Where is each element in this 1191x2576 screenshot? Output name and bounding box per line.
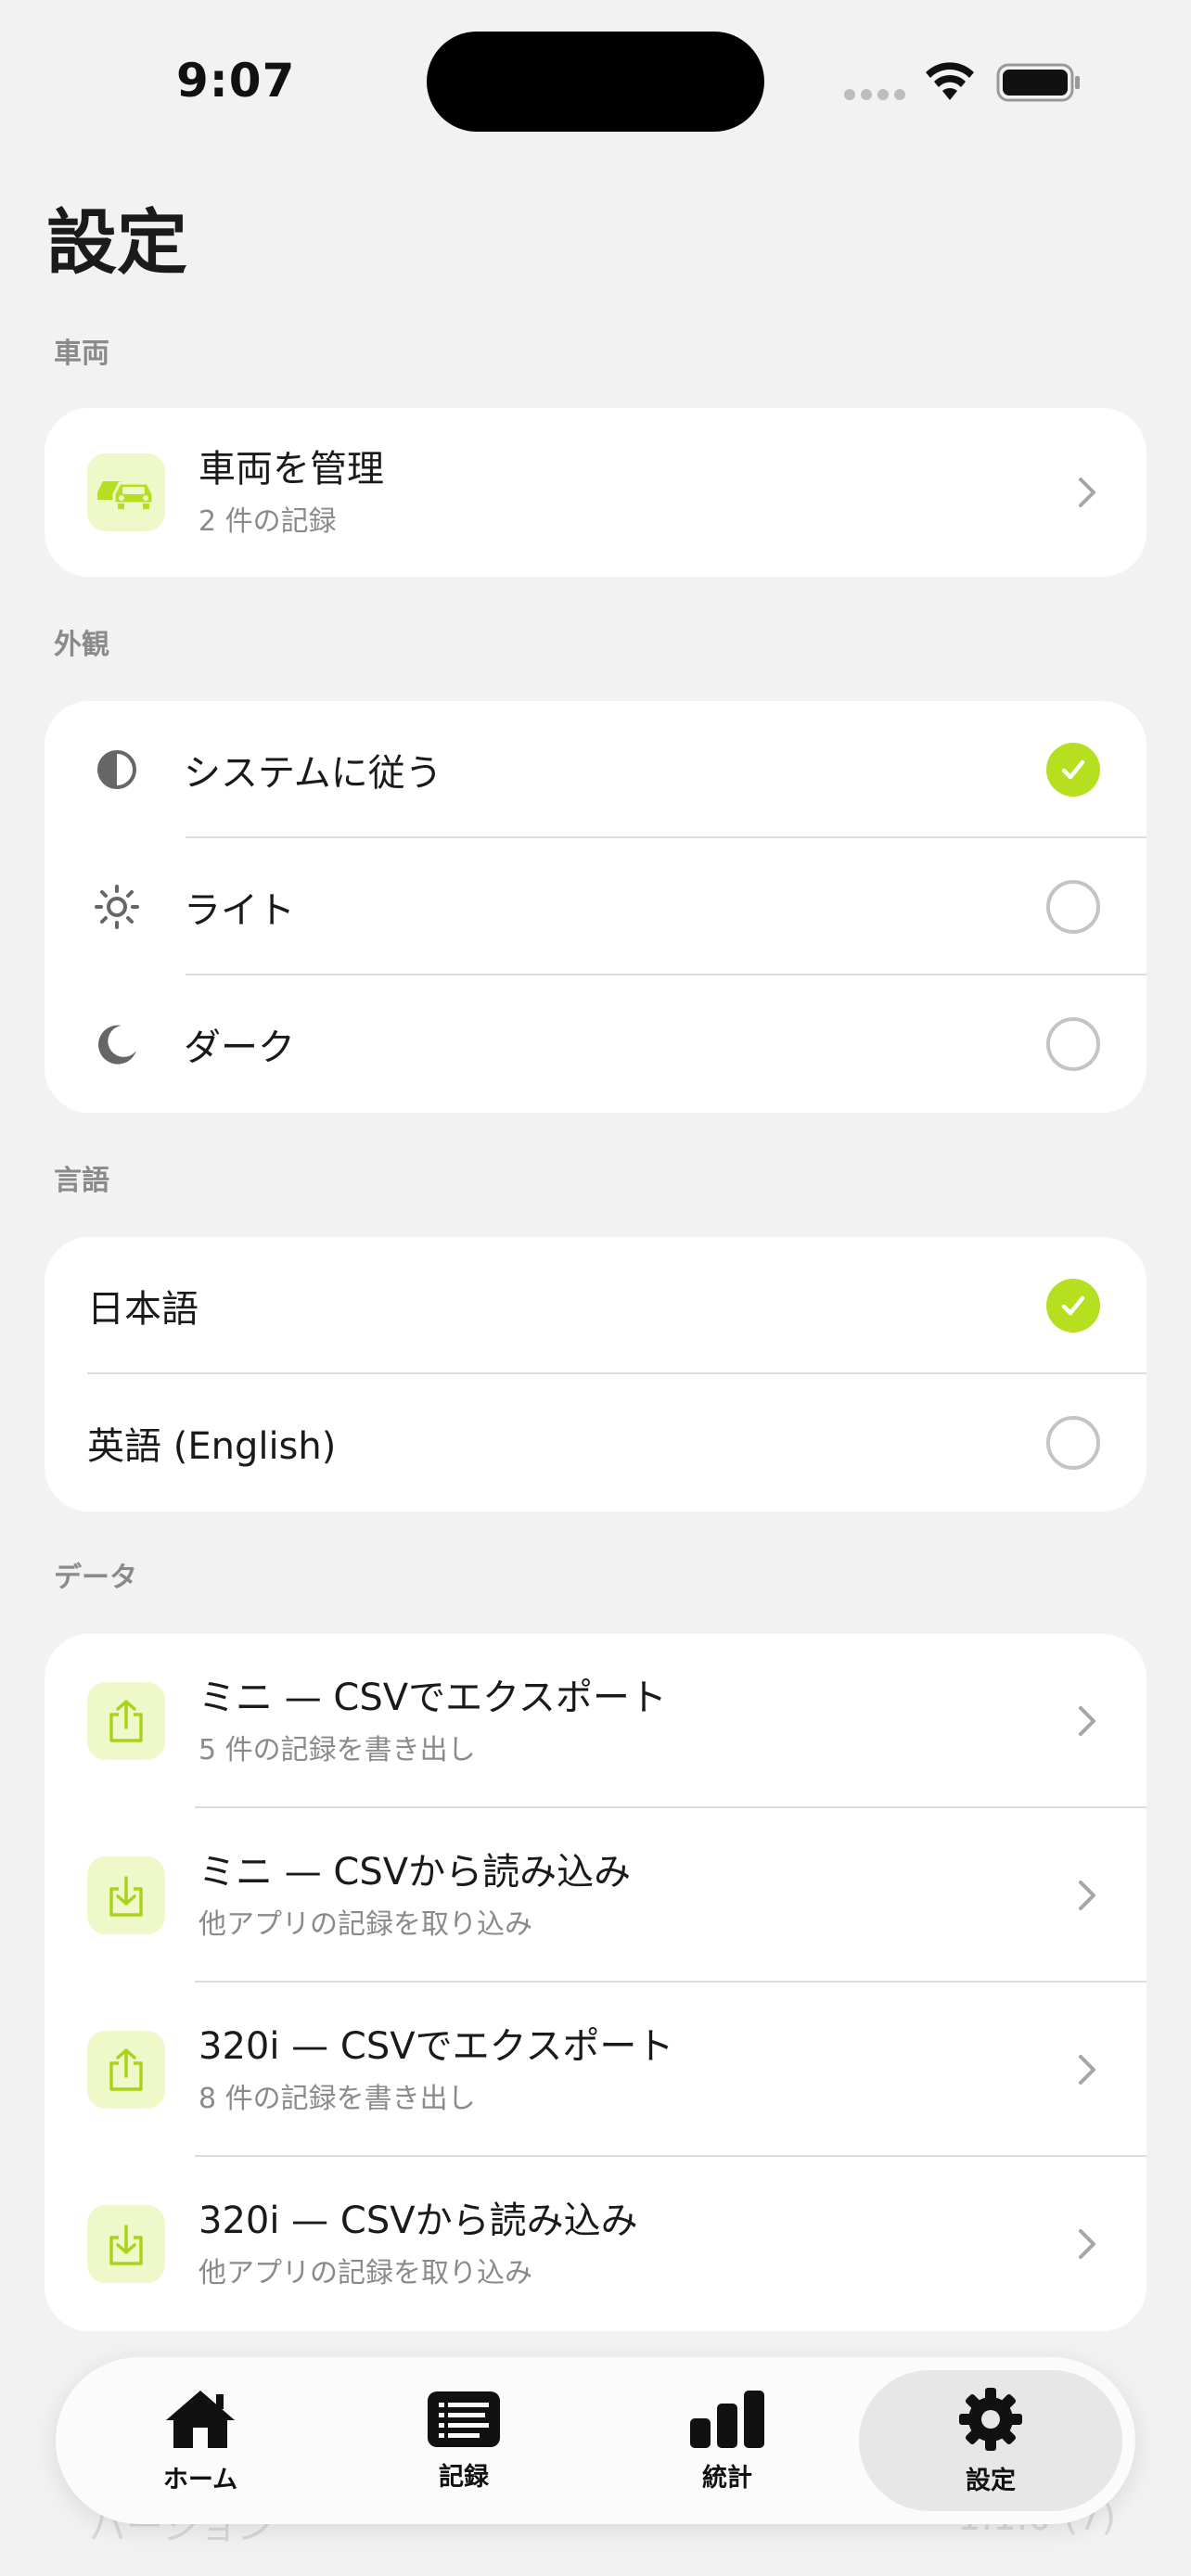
tab-records[interactable]: 記録 (332, 2370, 596, 2511)
data-row-mini-export[interactable]: ミニ — CSVでエクスポート 5 件の記録を書き出し (45, 1634, 1146, 1808)
language-card: 日本語 英語 (English) (45, 1237, 1146, 1511)
manage-vehicles-title: 車両を管理 (198, 448, 384, 491)
chevron-right-icon (1069, 474, 1106, 511)
wifi-icon (926, 62, 974, 100)
status-bar: 9:07 (0, 0, 1191, 148)
export-icon (87, 2031, 165, 2109)
data-row-mini-import[interactable]: ミニ — CSVから読み込み 他アプリの記録を取り込み (45, 1808, 1146, 1983)
page-title: 設定 (46, 201, 187, 284)
chevron-right-icon (1069, 1702, 1106, 1740)
data-row-title: 320i — CSVから読み込み (198, 2200, 638, 2242)
radio-unselected (1046, 880, 1100, 934)
manage-vehicles-subtitle: 2 件の記録 (198, 505, 337, 538)
data-row-subtitle: 他アプリの記録を取り込み (198, 1908, 532, 1941)
checkmark-selected-icon (1046, 1279, 1100, 1333)
data-row-subtitle: 他アプリの記録を取り込み (198, 2257, 532, 2289)
appearance-option-label: システムに従う (184, 752, 442, 795)
chevron-right-icon (1069, 2225, 1106, 2263)
section-label-language: 言語 (54, 1165, 109, 1197)
appearance-option-light[interactable]: ライト (45, 838, 1146, 976)
half-circle-icon (89, 742, 145, 797)
data-row-320i-import[interactable]: 320i — CSVから読み込み 他アプリの記録を取り込み (45, 2157, 1146, 2331)
data-row-title: ミニ — CSVから読み込み (198, 1851, 632, 1894)
appearance-option-system[interactable]: システムに従う (45, 701, 1146, 838)
checkmark-selected-icon (1046, 743, 1100, 797)
radio-unselected (1046, 1017, 1100, 1071)
data-row-subtitle: 5 件の記録を書き出し (198, 1734, 476, 1766)
tab-settings[interactable]: 設定 (859, 2370, 1122, 2511)
appearance-option-label: ダーク (184, 1027, 295, 1069)
list-icon (428, 2391, 500, 2447)
appearance-card: システムに従う ライト ダーク (45, 701, 1146, 1113)
data-row-320i-export[interactable]: 320i — CSVでエクスポート 8 件の記録を書き出し (45, 1983, 1146, 2157)
battery-icon (996, 63, 1080, 102)
language-option-label: 日本語 (87, 1288, 198, 1331)
cellular-signal-icon (844, 89, 905, 100)
import-icon (87, 2205, 165, 2283)
language-option-japanese[interactable]: 日本語 (45, 1237, 1146, 1374)
sun-icon (89, 879, 145, 935)
chevron-right-icon (1069, 2051, 1106, 2088)
dynamic-island (427, 32, 764, 132)
tab-bar: ホーム 記録 統計 設定 (56, 2357, 1135, 2524)
data-row-title: 320i — CSVでエクスポート (198, 2025, 674, 2068)
tab-label: 統計 (702, 2463, 752, 2493)
appearance-option-dark[interactable]: ダーク (45, 976, 1146, 1113)
tab-home[interactable]: ホーム (69, 2370, 332, 2511)
moon-icon (89, 1016, 145, 1072)
cars-icon (87, 453, 165, 531)
data-card: ミニ — CSVでエクスポート 5 件の記録を書き出し ミニ — CSVから読み… (45, 1634, 1146, 2331)
vehicles-card: 車両を管理 2 件の記録 (45, 408, 1146, 577)
manage-vehicles-row[interactable]: 車両を管理 2 件の記録 (45, 408, 1146, 577)
tab-label: 記録 (439, 2462, 489, 2492)
house-icon (166, 2390, 235, 2448)
section-label-vehicles: 車両 (54, 338, 109, 370)
data-row-subtitle: 8 件の記録を書き出し (198, 2083, 476, 2115)
language-option-label: 英語 (English) (87, 1425, 337, 1468)
section-label-data: データ (54, 1562, 137, 1594)
import-icon (87, 1856, 165, 1934)
language-option-english[interactable]: 英語 (English) (45, 1374, 1146, 1511)
data-row-title: ミニ — CSVでエクスポート (198, 1677, 667, 1719)
appearance-option-label: ライト (184, 889, 295, 932)
bar-chart-icon (690, 2390, 764, 2448)
export-icon (87, 1682, 165, 1760)
tab-label: ホーム (162, 2465, 238, 2494)
section-label-appearance: 外観 (54, 629, 109, 661)
status-time: 9:07 (176, 54, 296, 108)
radio-unselected (1046, 1416, 1100, 1470)
chevron-right-icon (1069, 1877, 1106, 1914)
tab-stats[interactable]: 統計 (596, 2370, 859, 2511)
tab-label: 設定 (966, 2466, 1016, 2495)
gear-icon (959, 2387, 1022, 2451)
